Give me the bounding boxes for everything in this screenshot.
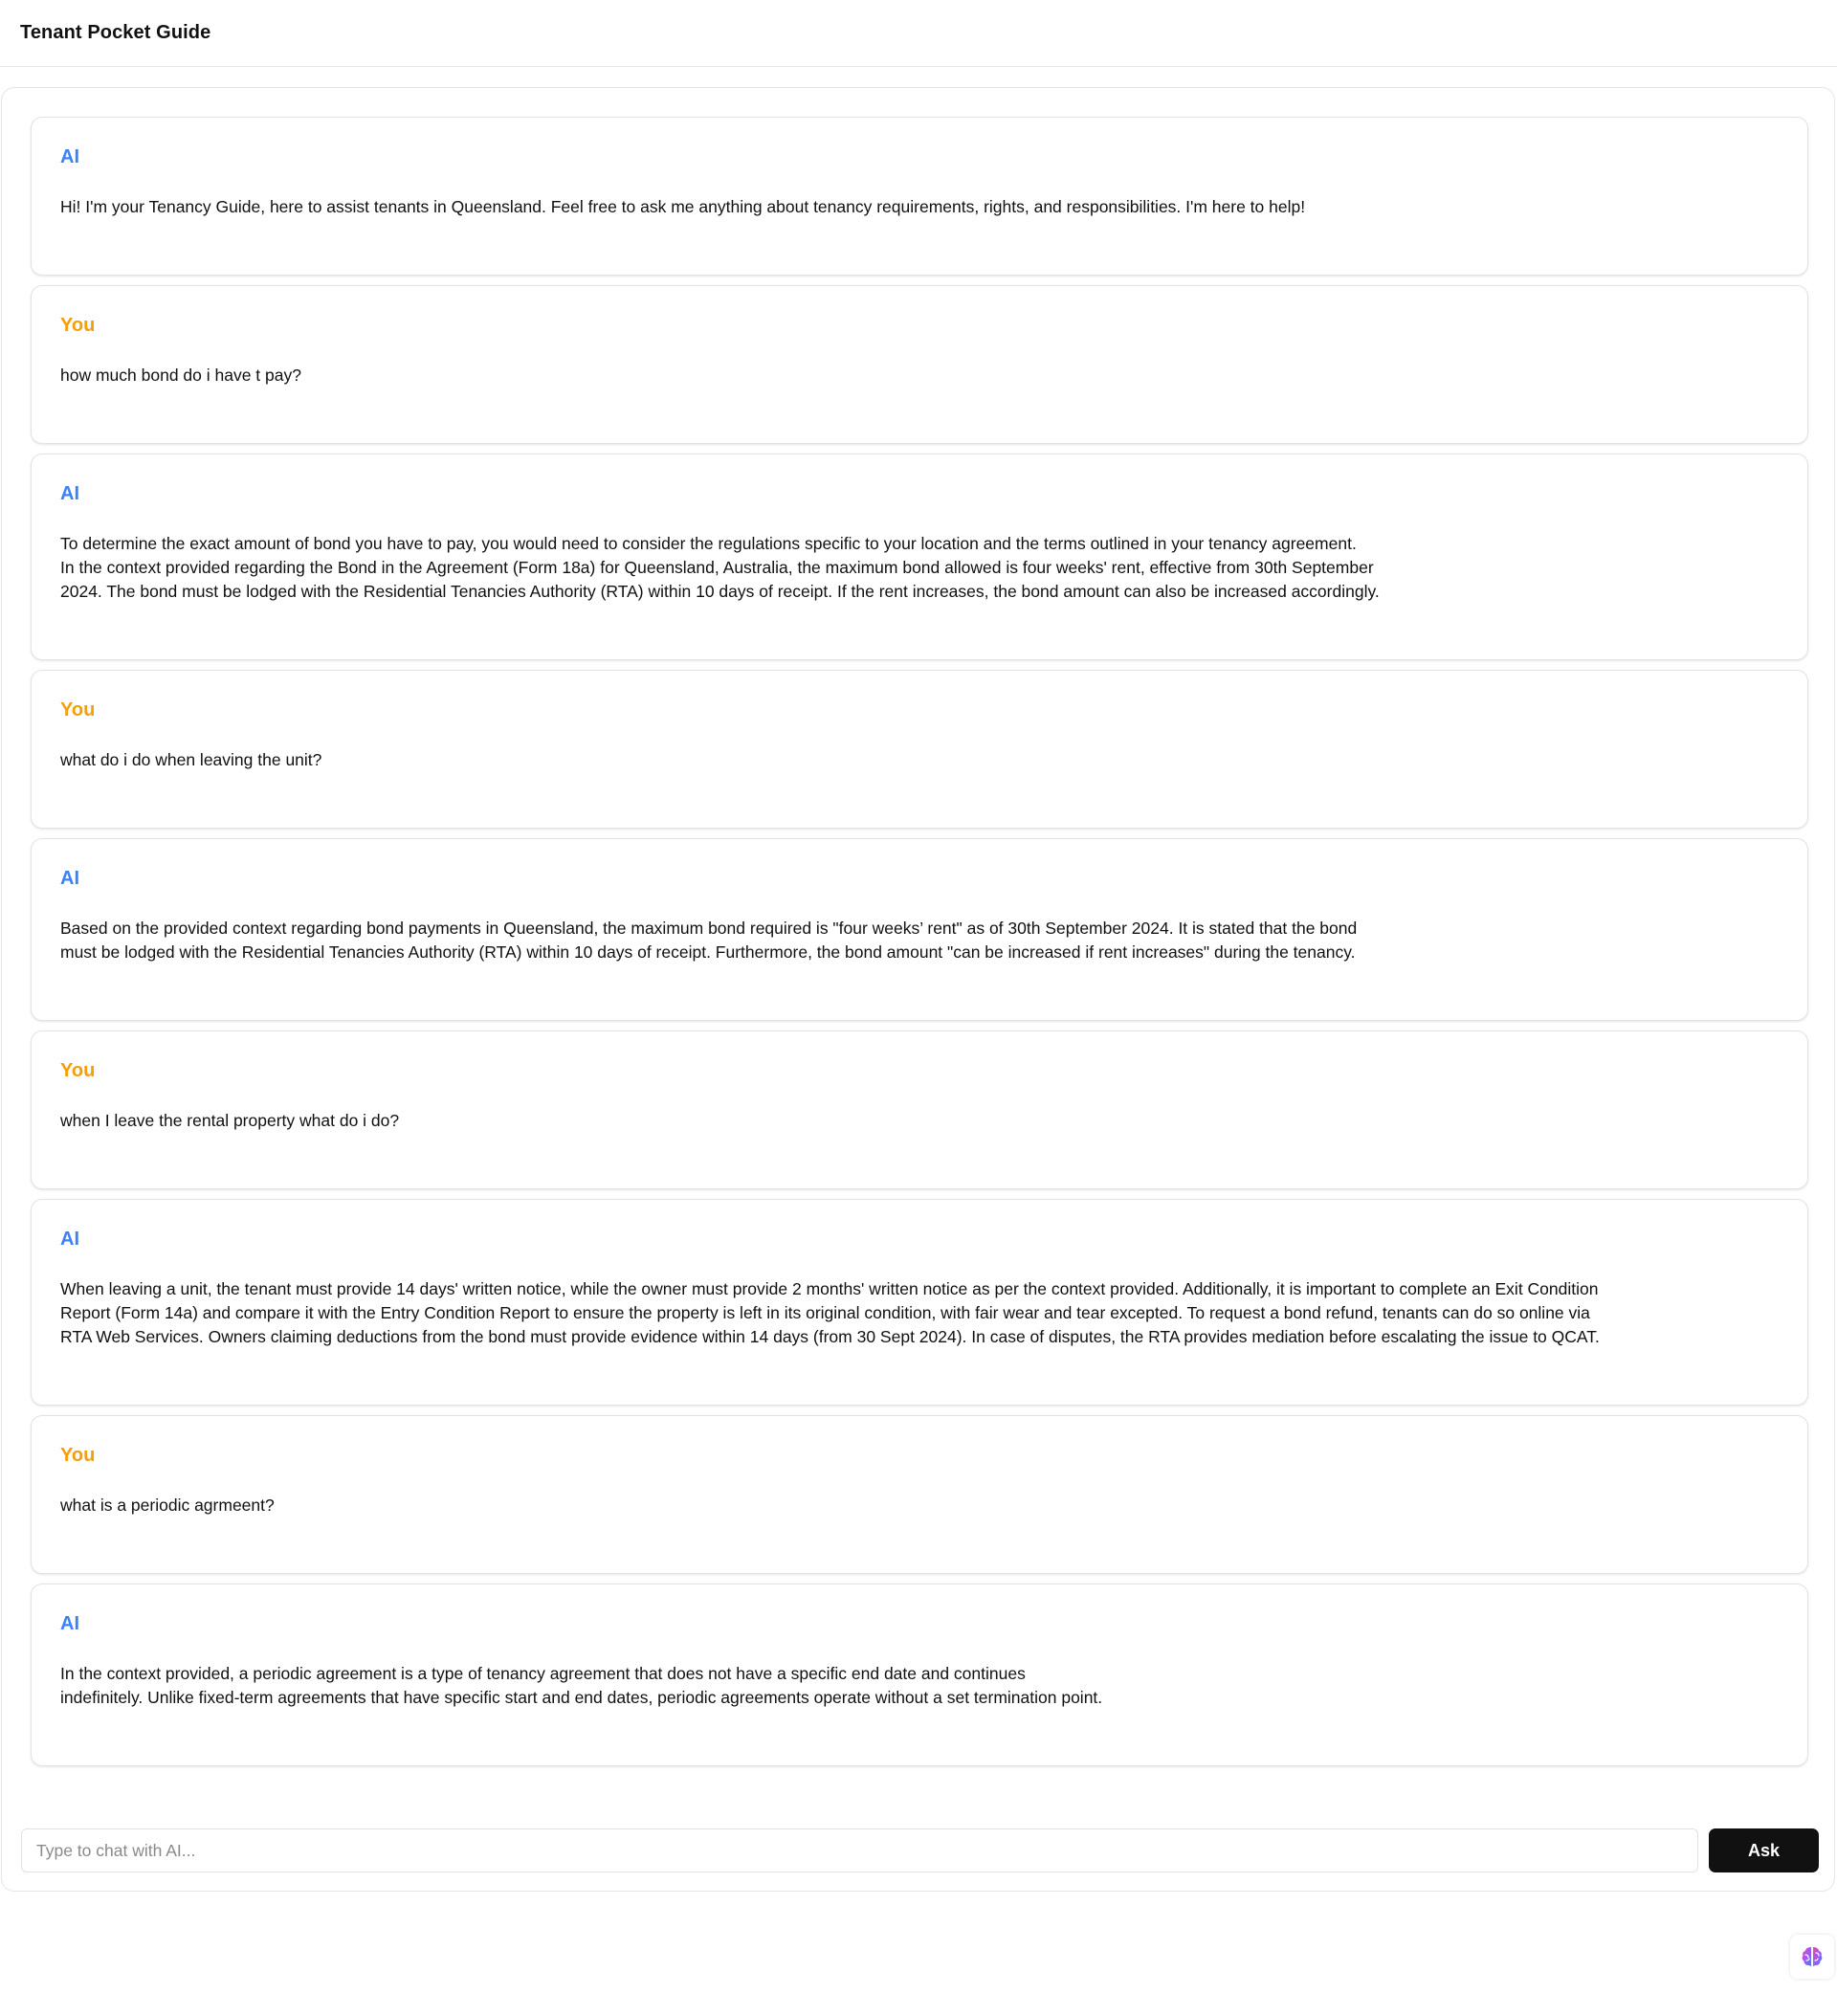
app-header: Tenant Pocket Guide bbox=[0, 0, 1837, 67]
assistant-widget-button[interactable] bbox=[1790, 1935, 1834, 1979]
chat-input[interactable] bbox=[21, 1828, 1699, 1872]
chat-panel: AI Hi! I'm your Tenancy Guide, here to a… bbox=[1, 87, 1835, 1892]
message-user: You what do i do when leaving the unit? bbox=[31, 670, 1808, 829]
message-text: When leaving a unit, the tenant must pro… bbox=[60, 1279, 1600, 1346]
message-sender: You bbox=[60, 315, 96, 336]
app-title: Tenant Pocket Guide bbox=[20, 22, 211, 43]
message-list[interactable]: AI Hi! I'm your Tenancy Guide, here to a… bbox=[31, 117, 1808, 1776]
message-ai: AI In the context provided, a periodic a… bbox=[31, 1584, 1808, 1766]
message-sender: You bbox=[60, 1060, 96, 1081]
composer: Ask bbox=[21, 1828, 1819, 1872]
message-user: You how much bond do i have t pay? bbox=[31, 285, 1808, 444]
message-sender: AI bbox=[60, 868, 79, 889]
message-ai: AI Hi! I'm your Tenancy Guide, here to a… bbox=[31, 117, 1808, 276]
message-text: what is a periodic agrmeent? bbox=[60, 1495, 275, 1515]
message-user: You when I leave the rental property wha… bbox=[31, 1030, 1808, 1189]
message-text: what do i do when leaving the unit? bbox=[60, 750, 322, 769]
ask-button[interactable]: Ask bbox=[1709, 1828, 1819, 1872]
message-ai: AI Based on the provided context regardi… bbox=[31, 838, 1808, 1021]
message-text: how much bond do i have t pay? bbox=[60, 366, 301, 385]
message-text: Hi! I'm your Tenancy Guide, here to assi… bbox=[60, 197, 1306, 216]
message-sender: You bbox=[60, 1445, 96, 1466]
message-text: Based on the provided context regarding … bbox=[60, 919, 1358, 962]
message-sender: AI bbox=[60, 146, 79, 167]
brain-icon bbox=[1802, 1947, 1823, 1966]
message-ai: AI When leaving a unit, the tenant must … bbox=[31, 1199, 1808, 1406]
message-ai: AI To determine the exact amount of bond… bbox=[31, 454, 1808, 660]
message-user: You what is a periodic agrmeent? bbox=[31, 1415, 1808, 1574]
message-text: To determine the exact amount of bond yo… bbox=[60, 534, 1380, 601]
message-text: when I leave the rental property what do… bbox=[60, 1111, 400, 1130]
message-sender: AI bbox=[60, 1229, 79, 1250]
message-text: In the context provided, a periodic agre… bbox=[60, 1664, 1103, 1707]
message-sender: AI bbox=[60, 483, 79, 504]
message-sender: You bbox=[60, 699, 96, 720]
message-sender: AI bbox=[60, 1613, 79, 1634]
